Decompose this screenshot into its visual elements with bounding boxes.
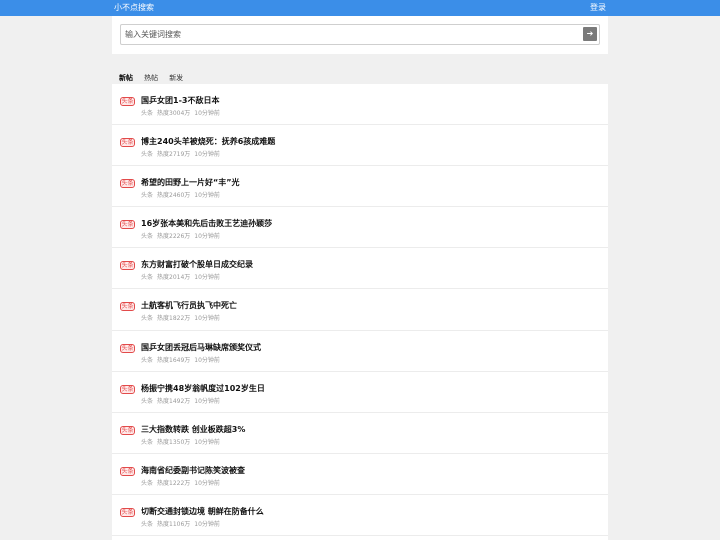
item-time: 10分钟前 (194, 151, 220, 159)
search-input[interactable] (125, 27, 575, 42)
item-title-link[interactable]: 切断交通封锁边境 朝鲜在防备什么 (141, 506, 264, 517)
item-title-link[interactable]: 东方财富打破个股单日成交纪录 (141, 259, 253, 270)
top-nav-bar: 小不点搜索 登录 (0, 0, 720, 16)
list-item[interactable]: 头条 希望的田野上一片好“丰”光 头条 热度2460万 10分钟前 (112, 166, 608, 208)
item-heat: 热度1822万 (157, 315, 191, 323)
list-item[interactable]: 头条 16岁张本美和先后击败王艺迪孙颖莎 头条 热度2226万 10分钟前 (112, 207, 608, 249)
item-meta: 头条 热度2226万 10分钟前 (141, 231, 224, 240)
headline-badge: 头条 (120, 220, 135, 230)
item-heat: 热度3004万 (157, 110, 191, 117)
item-source: 头条 (141, 520, 154, 528)
item-meta: 头条 热度1822万 10分钟前 (141, 313, 224, 322)
item-title-link[interactable]: 土航客机飞行员执飞中死亡 (141, 300, 237, 311)
item-heat: 热度2014万 (157, 274, 191, 282)
item-source: 头条 (141, 315, 154, 323)
list-item[interactable]: 头条 东方财富打破个股单日成交纪录 头条 热度2014万 10分钟前 (112, 248, 608, 290)
item-time: 10分钟前 (194, 110, 220, 117)
search-box: ➔ (120, 24, 600, 45)
list-item[interactable]: 头条 切断交通封锁边境 朝鲜在防备什么 头条 热度1106万 10分钟前 (112, 495, 608, 537)
headline-badge: 头条 (120, 425, 135, 435)
item-heat: 热度1649万 (157, 356, 191, 364)
item-heat: 热度2226万 (157, 233, 191, 241)
headline-badge: 头条 (120, 507, 135, 517)
list-item[interactable]: 头条 博主240头羊被烧死：抚养6孩成难题 头条 热度2719万 10分钟前 (112, 125, 608, 167)
item-source: 头条 (141, 233, 154, 241)
item-title-link[interactable]: 国乒女团1-3不敌日本 (141, 95, 219, 106)
item-meta: 头条 热度1649万 10分钟前 (141, 355, 224, 364)
item-time: 10分钟前 (194, 397, 220, 405)
item-heat: 热度1222万 (157, 479, 191, 487)
headline-badge: 头条 (120, 466, 135, 476)
item-meta: 头条 热度1350万 10分钟前 (141, 437, 224, 446)
item-title-link[interactable]: 海南省纪委副书记陈笑波被查 (141, 465, 245, 476)
tab-new-releases[interactable]: 新发 (169, 73, 183, 83)
search-submit-button[interactable]: ➔ (583, 27, 597, 41)
item-time: 10分钟前 (194, 356, 220, 364)
item-source: 头条 (141, 356, 154, 364)
item-heat: 热度2460万 (157, 192, 191, 200)
list-item[interactable]: 头条 三大指数转跌 创业板跌超3% 头条 热度1350万 10分钟前 (112, 413, 608, 454)
item-source: 头条 (141, 192, 154, 200)
item-source: 头条 (141, 151, 154, 159)
item-time: 10分钟前 (194, 438, 220, 446)
item-title-link[interactable]: 三大指数转跌 创业板跌超3% (141, 424, 245, 435)
item-time: 10分钟前 (194, 520, 220, 528)
item-title-link[interactable]: 16岁张本美和先后击败王艺迪孙颖莎 (141, 218, 272, 229)
headline-badge: 头条 (120, 261, 135, 271)
tab-hot-posts[interactable]: 热帖 (144, 73, 158, 83)
tab-bar: 新帖 热帖 新发 (119, 65, 189, 82)
item-title-link[interactable]: 国乒女团丢冠后马琳缺席颁奖仪式 (141, 342, 261, 353)
item-heat: 热度2719万 (157, 151, 191, 159)
brand-link[interactable]: 小不点搜索 (114, 2, 154, 13)
item-title-link[interactable]: 希望的田野上一片好“丰”光 (141, 177, 240, 188)
list-item[interactable]: 头条 杨振宁携48岁翁帆度过102岁生日 头条 热度1492万 10分钟前 (112, 372, 608, 413)
item-time: 10分钟前 (194, 479, 220, 487)
item-source: 头条 (141, 397, 154, 405)
item-meta: 头条 热度1222万 10分钟前 (141, 478, 224, 487)
item-meta: 头条 热度1492万 10分钟前 (141, 396, 224, 405)
search-panel: ➔ (112, 16, 608, 54)
item-time: 10分钟前 (194, 315, 220, 323)
item-time: 10分钟前 (194, 192, 220, 200)
headline-badge: 头条 (120, 384, 135, 394)
news-list: 头条 国乒女团1-3不敌日本 头条 热度3004万 10分钟前 头条 博主240头羊… (112, 84, 608, 540)
item-meta: 头条 热度2719万 10分钟前 (141, 149, 224, 158)
login-link[interactable]: 登录 (590, 2, 606, 13)
item-heat: 热度1350万 (157, 438, 191, 446)
item-meta: 头条 热度1106万 10分钟前 (141, 519, 224, 528)
list-item[interactable]: 头条 土航客机飞行员执飞中死亡 头条 热度1822万 10分钟前 (112, 289, 608, 331)
item-heat: 热度1106万 (157, 520, 191, 528)
headline-badge: 头条 (120, 179, 135, 189)
list-item[interactable]: 头条 海南省纪委副书记陈笑波被查 头条 热度1222万 10分钟前 (112, 454, 608, 495)
headline-badge: 头条 (120, 97, 135, 106)
item-meta: 头条 热度3004万 10分钟前 (141, 108, 224, 117)
item-time: 10分钟前 (194, 233, 220, 241)
item-source: 头条 (141, 110, 154, 117)
item-title-link[interactable]: 杨振宁携48岁翁帆度过102岁生日 (141, 383, 265, 394)
item-source: 头条 (141, 274, 154, 282)
item-time: 10分钟前 (194, 274, 220, 282)
list-item[interactable]: 头条 国乒女团1-3不敌日本 头条 热度3004万 10分钟前 (112, 84, 608, 126)
list-item[interactable]: 头条 国乒女团丢冠后马琳缺席颁奖仪式 头条 热度1649万 10分钟前 (112, 331, 608, 372)
item-source: 头条 (141, 438, 154, 446)
headline-badge: 头条 (120, 138, 135, 148)
headline-badge: 头条 (120, 302, 135, 312)
item-title-link[interactable]: 博主240头羊被烧死：抚养6孩成难题 (141, 136, 275, 147)
headline-badge: 头条 (120, 343, 135, 353)
item-heat: 热度1492万 (157, 397, 191, 405)
item-source: 头条 (141, 479, 154, 487)
item-meta: 头条 热度2460万 10分钟前 (141, 190, 224, 199)
item-meta: 头条 热度2014万 10分钟前 (141, 272, 224, 281)
tab-new-posts[interactable]: 新帖 (119, 73, 133, 83)
